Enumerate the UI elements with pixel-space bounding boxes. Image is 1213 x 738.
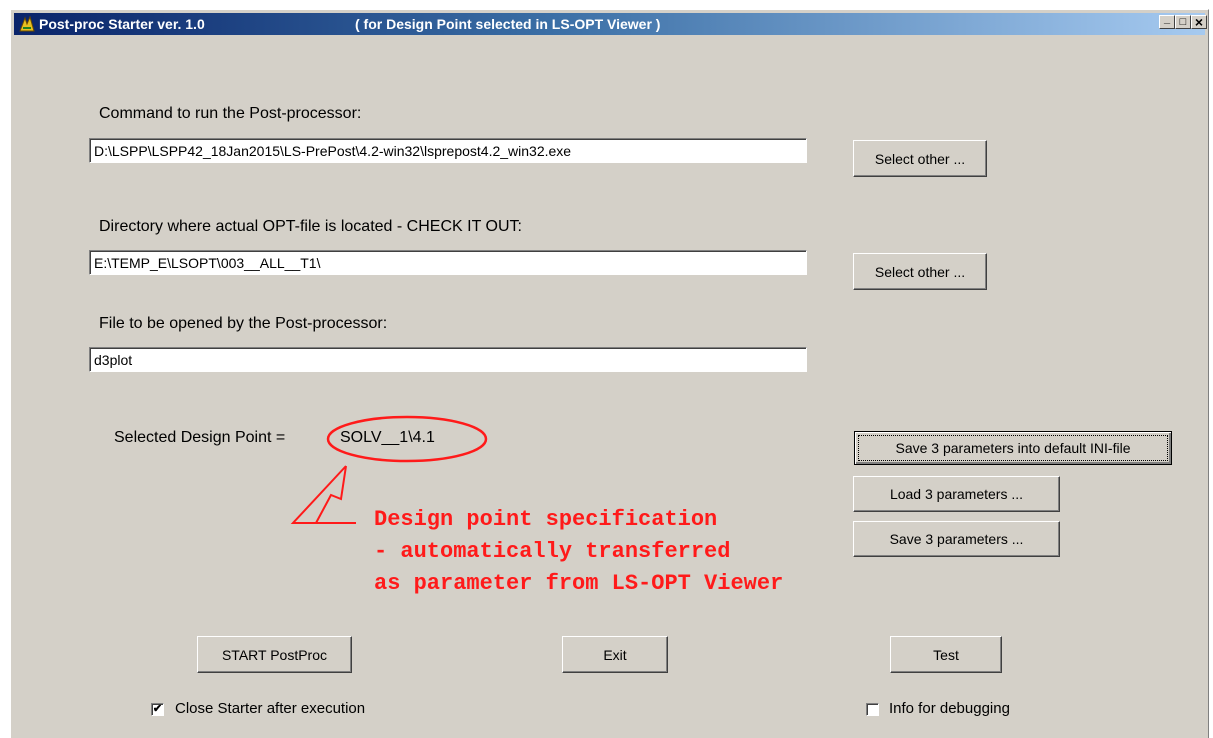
- select-directory-button[interactable]: Select other ...: [853, 253, 987, 290]
- title-bar[interactable]: Post-proc Starter ver. 1.0 ( for Design …: [14, 13, 1207, 35]
- close-after-checkbox[interactable]: ✔: [151, 703, 164, 716]
- close-button[interactable]: ×: [1191, 15, 1207, 29]
- directory-label: Directory where actual OPT-file is locat…: [99, 218, 522, 235]
- starter-window: Post-proc Starter ver. 1.0 ( for Design …: [10, 9, 1209, 738]
- select-command-button[interactable]: Select other ...: [853, 140, 987, 177]
- file-input[interactable]: [89, 347, 807, 372]
- window-subtitle: ( for Design Point selected in LS-OPT Vi…: [355, 16, 661, 32]
- maximize-button[interactable]: □: [1175, 15, 1191, 29]
- design-point-label: Selected Design Point =: [114, 429, 286, 446]
- highlight-ellipse: [326, 415, 488, 463]
- command-label: Command to run the Post-processor:: [99, 105, 362, 122]
- save-default-ini-label: Save 3 parameters into default INI-file: [858, 435, 1168, 461]
- annotation-line-2: - automatically transferred: [374, 539, 731, 564]
- test-button[interactable]: Test: [890, 636, 1002, 673]
- close-after-label[interactable]: Close Starter after execution: [175, 700, 365, 717]
- file-label: File to be opened by the Post-processor:: [99, 315, 388, 332]
- window-title: Post-proc Starter ver. 1.0: [39, 16, 205, 32]
- start-postproc-button[interactable]: START PostProc: [197, 636, 352, 673]
- close-icon: ×: [1194, 14, 1204, 30]
- maximize-icon: □: [1179, 15, 1187, 28]
- checkmark-icon: ✔: [152, 703, 163, 715]
- annotation-arrow: [290, 465, 347, 524]
- annotation-line-1: Design point specification: [374, 507, 718, 532]
- debug-info-label[interactable]: Info for debugging: [889, 700, 1010, 717]
- directory-input[interactable]: [89, 250, 807, 275]
- exit-button[interactable]: Exit: [562, 636, 668, 673]
- command-input[interactable]: [89, 138, 807, 163]
- annotation-line-3: as parameter from LS-OPT Viewer: [374, 571, 784, 596]
- load-parameters-button[interactable]: Load 3 parameters ...: [853, 476, 1060, 512]
- minimize-button[interactable]: _: [1159, 13, 1175, 29]
- minimize-icon: _: [1163, 13, 1171, 25]
- app-icon: [19, 16, 35, 32]
- save-parameters-button[interactable]: Save 3 parameters ...: [853, 521, 1060, 557]
- debug-info-checkbox[interactable]: [866, 703, 879, 716]
- save-default-ini-button[interactable]: Save 3 parameters into default INI-file: [854, 431, 1172, 465]
